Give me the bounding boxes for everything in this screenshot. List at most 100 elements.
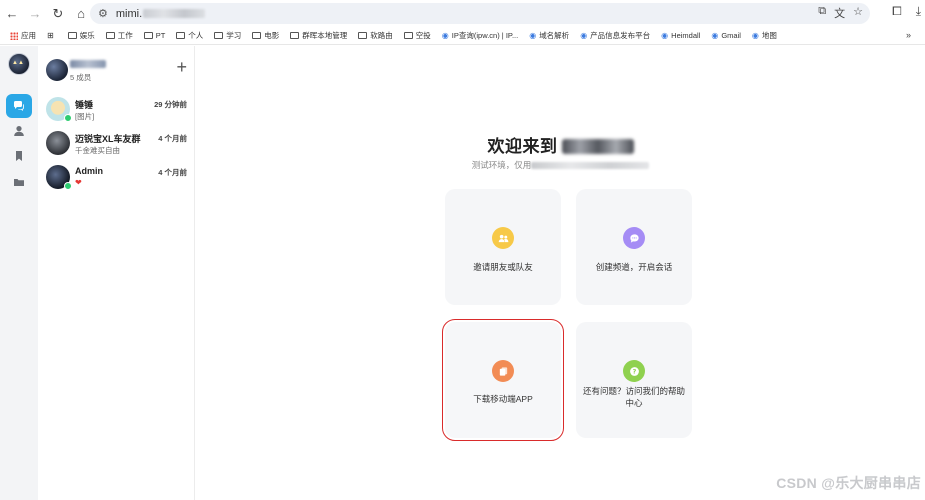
chat-name: 迈锐宝XL车友群: [75, 134, 141, 144]
site-favicon-icon: ◉: [711, 31, 719, 40]
site-favicon-icon: ◉: [580, 31, 588, 40]
bookmark-2[interactable]: 娱乐: [67, 30, 95, 41]
folder-icon: [14, 179, 24, 186]
workspace-name-blurred: [561, 139, 634, 154]
card-label: 创建频道，开启会话: [595, 262, 673, 272]
bookmark-label: 娱乐: [79, 31, 95, 40]
forward-icon[interactable]: →: [24, 3, 46, 25]
chat-bubble-icon: [13, 101, 25, 111]
watermark: CSDN @乐大厨串串店: [776, 475, 921, 491]
help-center-card[interactable]: ? 还有问题？访问我们的帮助中心: [576, 322, 692, 438]
bookmark-11[interactable]: ◉ IP查询(ipw.cn) | IP...: [442, 30, 518, 41]
bookmark-label: 地图: [761, 31, 777, 40]
rail-files[interactable]: [6, 170, 32, 194]
bookmark-12[interactable]: ◉ 域名解析: [529, 30, 569, 41]
invite-icon: [492, 227, 514, 249]
group-header[interactable]: 5 成员 +: [44, 58, 189, 84]
bookmark-label: 群晖本地管理: [302, 31, 348, 40]
bookmark-15[interactable]: ◉ Gmail: [711, 31, 741, 40]
download-app-icon: [492, 360, 514, 382]
chat-time: 4 个月前: [158, 134, 187, 143]
bookmark-7[interactable]: 电影: [252, 30, 279, 41]
group-name-blurred: [70, 60, 106, 68]
reload-icon[interactable]: ↻: [47, 3, 69, 25]
download-icon[interactable]: ⤓: [916, 4, 921, 19]
bookmark-14[interactable]: ◉ Heimdall: [661, 31, 700, 40]
chat-item-0[interactable]: 锤锤 29 分钟前 [图片]: [38, 97, 195, 131]
bookmark-3[interactable]: 工作: [105, 30, 133, 41]
browser-toolbar: ← → ↻ ⌂ ⚙ mimi. ⧉ 文 ☆ ⧠ ⤓: [0, 0, 925, 27]
folder-icon: [143, 32, 153, 39]
site-info-icon[interactable]: ⚙: [98, 7, 108, 20]
bookmark-label: Heimdall: [671, 31, 701, 40]
avatar: [46, 131, 70, 155]
subtitle-text: 测试环境，仅用: [471, 160, 532, 170]
bookmark-5[interactable]: 个人: [176, 30, 203, 41]
bookmark-icon: [16, 151, 22, 161]
online-indicator: [64, 114, 72, 122]
invite-card[interactable]: 邀请朋友或队友: [445, 189, 561, 305]
group-member-count: 5 成员: [70, 73, 92, 82]
folder-icon: [290, 32, 300, 39]
channel-icon: [623, 227, 645, 249]
card-label: 邀请朋友或队友: [473, 262, 533, 272]
site-favicon-icon: ◉: [529, 31, 537, 40]
bookmark-10[interactable]: 空投: [403, 30, 431, 41]
more-bookmarks-icon[interactable]: »: [906, 30, 911, 40]
chat-preview: [图片]: [75, 112, 95, 121]
extensions-icon[interactable]: ⧠: [892, 4, 902, 19]
rail-saved[interactable]: [6, 144, 32, 168]
back-icon[interactable]: ←: [1, 3, 23, 25]
rail-contacts[interactable]: [6, 119, 32, 143]
folder-icon: [358, 32, 368, 39]
bookmark-9[interactable]: 软路由: [358, 30, 393, 41]
translate-icon[interactable]: 文: [834, 5, 845, 21]
bookmark-label: 产品信息发布平台: [590, 31, 651, 40]
chat-time: 4 个月前: [158, 168, 187, 177]
bookmark-13[interactable]: ◉ 产品信息发布平台: [580, 30, 650, 41]
bookmark-label: 工作: [117, 31, 133, 40]
chat-time: 29 分钟前: [154, 100, 187, 109]
create-channel-card[interactable]: 创建频道，开启会话: [576, 189, 692, 305]
home-icon[interactable]: ⌂: [70, 3, 92, 25]
rail-chats[interactable]: [6, 94, 32, 118]
folder-icon: [67, 32, 77, 39]
add-icon[interactable]: +: [176, 58, 187, 76]
welcome-heading: 欢迎来到: [196, 132, 925, 157]
side-rail: ▲▲: [0, 46, 38, 500]
bookmark-0[interactable]: 应用: [10, 30, 36, 41]
folder-icon: [252, 32, 262, 39]
bookmark-8[interactable]: 群晖本地管理: [290, 30, 347, 41]
chat-item-1[interactable]: 迈锐宝XL车友群 4 个月前 千金难买自由: [38, 131, 195, 165]
chat-item-2[interactable]: Admin 4 个月前 ❤: [38, 165, 195, 199]
chat-preview: 千金难买自由: [75, 146, 120, 155]
chat-list-panel: 5 成员 + 锤锤 29 分钟前 [图片] 迈锐宝XL车友群 4 个月前 千金难…: [38, 46, 195, 500]
site-favicon-icon: ◉: [661, 31, 669, 40]
card-label: 还有问题？访问我们的帮助中心: [582, 386, 685, 408]
bookmark-label: 软路由: [370, 31, 393, 40]
install-app-icon[interactable]: ⧉: [818, 5, 826, 21]
bookmark-16[interactable]: ◉ 地图: [752, 30, 777, 41]
folder-icon: [214, 32, 224, 39]
bookmark-6[interactable]: 学习: [214, 30, 241, 41]
download-app-card[interactable]: 下载移动端APP: [442, 319, 564, 441]
url-blurred: [143, 9, 206, 18]
subtitle-blurred: [531, 162, 650, 169]
bookmark-star-icon[interactable]: ☆: [853, 5, 863, 21]
online-indicator: [64, 182, 72, 190]
folder-icon: [403, 32, 413, 39]
bookmark-label: 个人: [188, 31, 204, 40]
bookmark-label: Gmail: [721, 31, 741, 40]
workspace-logo[interactable]: ▲▲: [8, 53, 30, 75]
apps-icon: [10, 31, 18, 40]
welcome-subtitle: 测试环境，仅用: [196, 159, 925, 171]
bookmark-label: 空投: [415, 31, 431, 40]
url-text: mimi.: [115, 7, 143, 20]
help-icon: ?: [623, 360, 645, 382]
bookmark-4[interactable]: PT: [143, 31, 165, 40]
group-avatar: [46, 59, 68, 81]
bookmark-1[interactable]: ⊞: [47, 31, 57, 40]
bookmark-label: 学习: [226, 31, 242, 40]
folder-icon: [105, 32, 115, 39]
address-bar[interactable]: ⚙ mimi.: [90, 3, 870, 24]
